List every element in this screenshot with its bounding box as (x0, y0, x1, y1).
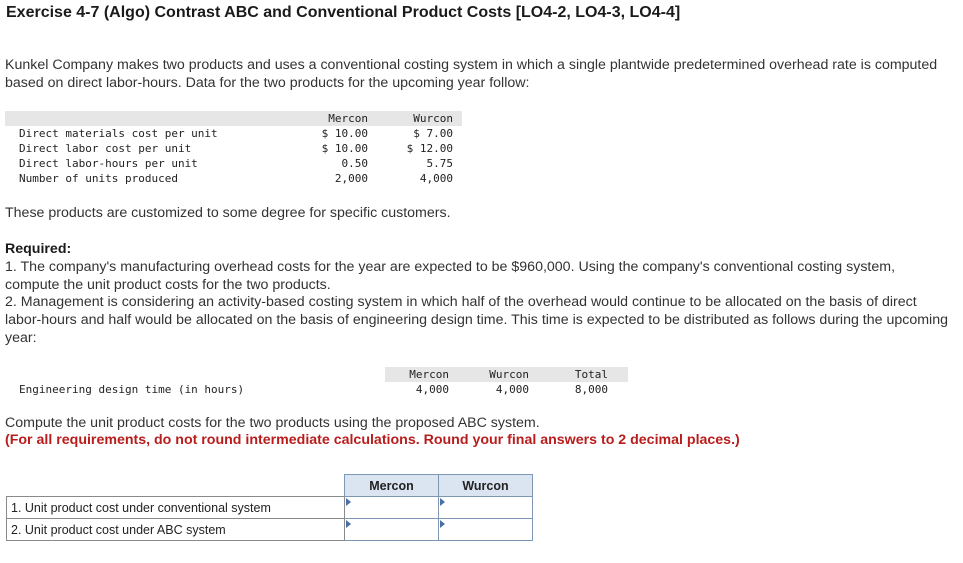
compute-text: Compute the unit product costs for the t… (5, 415, 540, 431)
mercon-value: $ 10.00 (321, 142, 368, 155)
product-data-table: Mercon Wurcon Direct materials cost per … (5, 111, 462, 186)
intro-text: Kunkel Company makes two products and us… (5, 57, 938, 91)
table-row: Engineering design time (in hours) 4,000… (5, 382, 628, 397)
row-label: Direct materials cost per unit (19, 127, 218, 140)
input-marker-icon (440, 520, 445, 528)
conventional-wurcon-cell[interactable] (438, 496, 533, 519)
header-total: Total (542, 367, 628, 382)
header-mercon: Mercon (295, 111, 377, 126)
wurcon-value: 4,000 (419, 172, 453, 185)
abc-mercon-cell[interactable] (344, 518, 439, 541)
input-marker-icon (346, 520, 351, 528)
row-label: Direct labor-hours per unit (19, 157, 198, 170)
conventional-mercon-cell[interactable] (344, 496, 439, 519)
header-wurcon: Wurcon (377, 111, 462, 126)
conventional-wurcon-input[interactable] (439, 497, 532, 518)
mercon-value: $ 10.00 (321, 127, 368, 140)
table-row: Number of units produced 2,000 4,000 (5, 171, 462, 186)
table-row: Direct materials cost per unit $ 10.00 $… (5, 126, 462, 141)
answer-header-row: Mercon Wurcon (7, 474, 533, 497)
customized-text: These products are customized to some de… (5, 205, 451, 221)
header-mercon: Mercon (385, 367, 463, 382)
abc-wurcon-cell[interactable] (438, 518, 533, 541)
wurcon-value: 5.75 (426, 157, 454, 170)
wurcon-value: 4,000 (495, 383, 529, 396)
header-wurcon: Wurcon (463, 367, 542, 382)
answer-header-mercon: Mercon (344, 474, 439, 497)
row-label: Direct labor cost per unit (19, 142, 192, 155)
conventional-mercon-input[interactable] (345, 497, 438, 518)
requirement-1-text: 1. The company's manufacturing overhead … (5, 259, 896, 293)
table-row: 2. Unit product cost under ABC system (6, 518, 533, 541)
table-row: Direct labor cost per unit $ 10.00 $ 12.… (5, 141, 462, 156)
answer-row-label: 2. Unit product cost under ABC system (6, 518, 345, 541)
engineering-design-table: Mercon Wurcon Total Engineering design t… (5, 367, 628, 397)
total-value: 8,000 (574, 383, 608, 396)
mercon-value: 2,000 (334, 172, 368, 185)
wurcon-value: $ 12.00 (406, 142, 453, 155)
table-row: Direct labor-hours per unit 0.50 5.75 (5, 156, 462, 171)
input-marker-icon (346, 498, 351, 506)
row-label: Engineering design time (in hours) (19, 383, 245, 396)
abc-mercon-input[interactable] (345, 519, 438, 540)
requirement-2-text: 2. Management is considering an activity… (5, 294, 948, 346)
required-label: Required: (5, 241, 72, 257)
mercon-value: 0.50 (341, 157, 369, 170)
abc-wurcon-input[interactable] (439, 519, 532, 540)
wurcon-value: $ 7.00 (413, 127, 453, 140)
answer-header-wurcon: Wurcon (438, 474, 533, 497)
answer-row-label: 1. Unit product cost under conventional … (6, 496, 345, 519)
row-label: Number of units produced (19, 172, 178, 185)
input-marker-icon (440, 498, 445, 506)
engineering-header-row: Mercon Wurcon Total (5, 367, 628, 382)
rounding-instruction: (For all requirements, do not round inte… (5, 432, 740, 448)
product-data-header-row: Mercon Wurcon (5, 111, 462, 126)
answer-table: Mercon Wurcon 1. Unit product cost under… (6, 474, 533, 541)
table-row: 1. Unit product cost under conventional … (6, 496, 533, 519)
exercise-title: Exercise 4-7 (Algo) Contrast ABC and Con… (6, 4, 681, 21)
mercon-value: 4,000 (415, 383, 449, 396)
